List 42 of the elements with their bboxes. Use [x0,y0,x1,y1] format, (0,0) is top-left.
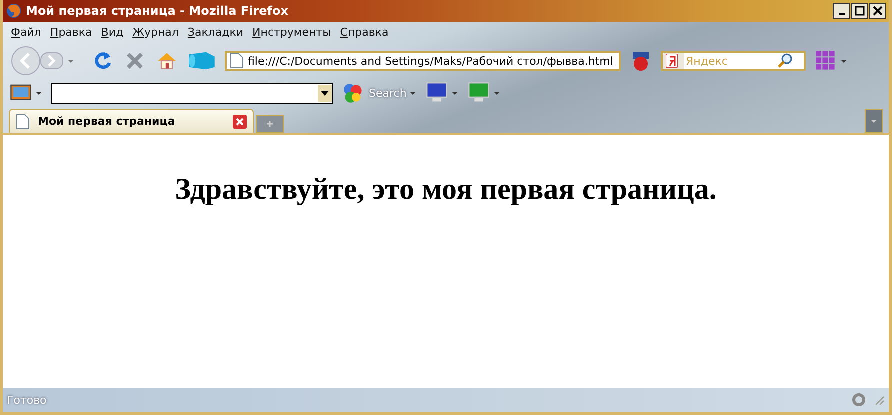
address-bar[interactable]: file:///C:/Documents and Settings/Maks/Рабочий стол/фывва.html [225,51,621,71]
search-engine-icon [666,54,678,68]
dropdown-icon[interactable] [840,57,848,65]
maximize-button[interactable] [851,3,868,19]
menu-item[interactable]: Журнал [132,26,179,38]
dropdown-icon [870,117,878,125]
search-bar[interactable]: Яндекс [661,51,806,71]
menu-item[interactable]: Правка [50,26,92,38]
toolbar-combo-box[interactable] [51,82,333,104]
close-button[interactable] [869,3,886,19]
menu-item[interactable]: Вид [101,26,124,38]
menu-item[interactable]: Инструменты [252,26,332,38]
dropdown-icon[interactable] [450,89,459,97]
minimize-icon [838,13,844,15]
close-icon[interactable] [233,114,247,128]
plus-icon [266,120,274,128]
browser-tab[interactable]: Мой первая страница [9,109,254,133]
monitor-icon[interactable] [424,82,449,104]
search-field[interactable]: Яндекс [684,54,778,68]
maximize-icon [854,6,864,16]
url-text: file:///C:/Documents and Settings/Maks/Рабочий стол/фывва.html [248,54,614,68]
dropdown-icon [321,89,329,97]
dropdown-icon[interactable] [492,89,501,97]
close-icon [872,6,882,16]
minimize-button[interactable] [833,3,850,19]
page-heading: Здравствуйте, это моя первая страница. [175,173,717,208]
globe-icon [6,3,22,19]
menu-item[interactable]: Справка [340,26,389,38]
dropdown-icon[interactable] [35,89,43,97]
menu-item[interactable]: Файл [11,26,42,38]
status-text: Готово [7,394,47,406]
menu-item[interactable]: Закладки [188,26,244,38]
google-icon[interactable] [341,82,365,104]
window-title: Мой первая страница - Mozilla Firefox [26,4,290,18]
page-icon [230,53,244,69]
tab-label: Мой первая страница [38,115,176,128]
search-icon[interactable] [778,53,794,69]
monitor-icon[interactable] [466,82,491,104]
search-engine-selector[interactable] [663,53,684,69]
dropdown-icon[interactable] [408,89,417,97]
resize-grip-icon[interactable] [873,394,885,406]
page-icon [16,114,30,130]
